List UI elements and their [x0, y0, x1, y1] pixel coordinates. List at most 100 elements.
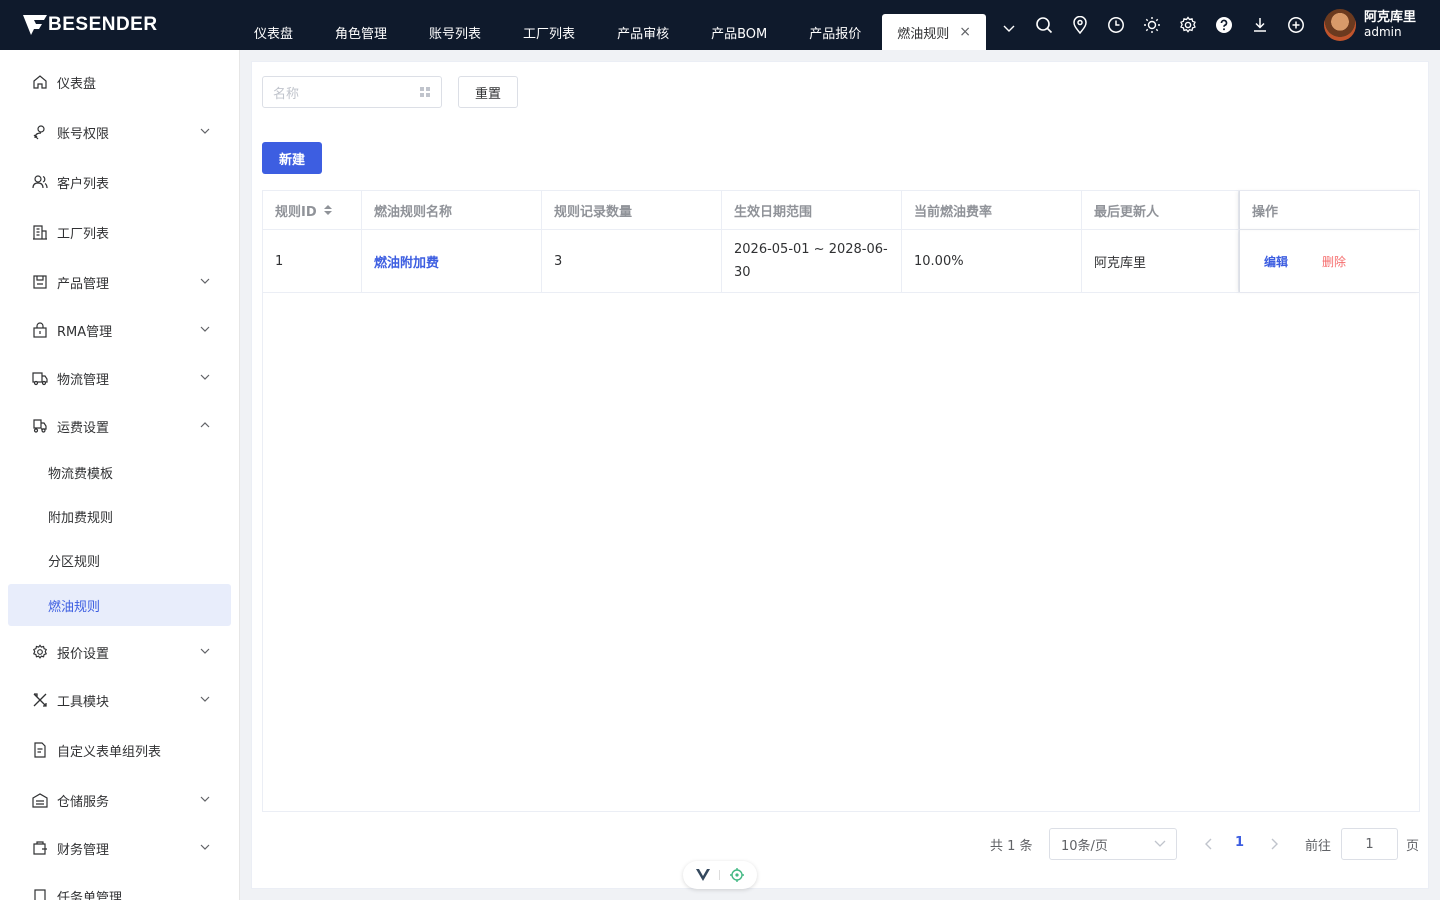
truck-icon: [32, 370, 48, 386]
top-nav-tabs: 仪表盘 角色管理 账号列表 工厂列表 产品审核 产品BOM 产品报价 燃油规则 …: [233, 0, 986, 50]
sidebar-subitem-surcharge-rules[interactable]: 附加费规则: [8, 495, 231, 537]
sidebar-item-finance-management[interactable]: 财务管理: [0, 826, 239, 870]
sidebar-item-label: 产品管理: [57, 276, 110, 292]
tab-product-quote[interactable]: 产品报价: [788, 14, 882, 50]
plus-circle-icon[interactable]: [1286, 15, 1306, 35]
sidebar-item-label: 自定义表单组列表: [57, 744, 162, 760]
column-header-date-range: 生效日期范围: [722, 191, 902, 229]
edit-button[interactable]: 编辑: [1264, 253, 1288, 270]
sidebar-item-label: 工厂列表: [57, 226, 110, 242]
column-header-actions: 操作: [1239, 191, 1419, 229]
sidebar-subitem-label: 物流费模板: [48, 466, 114, 482]
page-size-value: 10条/页: [1061, 838, 1108, 854]
new-button[interactable]: 新建: [262, 142, 322, 174]
sidebar-item-dashboard[interactable]: 仪表盘: [0, 60, 239, 104]
sidebar-item-label: 财务管理: [57, 842, 110, 858]
user-role: admin: [1364, 25, 1402, 39]
top-header: BESENDER 仪表盘 角色管理 账号列表 工厂列表 产品审核 产品BOM 产…: [0, 0, 1440, 50]
fuel-rules-table: 规则ID 燃油规则名称 规则记录数量 生效日期范围 当前燃油费率 最后更新人 操…: [262, 190, 1420, 812]
freight-icon: [32, 418, 48, 434]
tab-account-list[interactable]: 账号列表: [408, 14, 502, 50]
column-header-fuel-rate: 当前燃油费率: [902, 191, 1082, 229]
search-input[interactable]: 名称: [262, 76, 442, 108]
sidebar-item-tools-module[interactable]: 工具模块: [0, 678, 239, 722]
chevron-left-icon[interactable]: [1202, 837, 1216, 851]
tools-icon: [32, 692, 48, 708]
table-row: 1 燃油附加费 3 2026-05-01 ~ 2028-06-30 10.00%…: [263, 230, 1419, 293]
tab-product-bom[interactable]: 产品BOM: [690, 14, 788, 50]
sidebar-item-warehouse-service[interactable]: 仓储服务: [0, 778, 239, 822]
warehouse-icon: [32, 792, 48, 808]
sidebar-item-label: 账号权限: [57, 126, 110, 142]
sun-icon[interactable]: [1142, 15, 1162, 35]
building-icon: [32, 224, 48, 240]
column-header-label: 最后更新人: [1094, 204, 1160, 220]
vue-logo-icon[interactable]: [695, 869, 710, 881]
pagination: 共 1 条 10条/页 1 前往 页: [252, 828, 1430, 860]
cell-fuel-rate: 10.00%: [902, 230, 1082, 292]
tab-product-review[interactable]: 产品审核: [596, 14, 690, 50]
chevron-up-icon: [200, 422, 210, 428]
sidebar-subitem-fuel-rules[interactable]: 燃油规则: [8, 584, 231, 626]
wallet-icon: [32, 840, 48, 856]
goto-page-input[interactable]: [1341, 828, 1398, 860]
chevron-down-icon: [200, 374, 210, 380]
grid-icon: [420, 87, 430, 97]
chevron-right-icon[interactable]: [1267, 837, 1281, 851]
sidebar-item-rma-management[interactable]: RMA管理: [0, 308, 239, 352]
download-icon[interactable]: [1250, 15, 1270, 35]
logo[interactable]: BESENDER: [22, 12, 158, 38]
tab-label: 产品BOM: [711, 26, 768, 42]
page-number-current[interactable]: 1: [1235, 835, 1244, 850]
sidebar-item-factory-list[interactable]: 工厂列表: [0, 210, 239, 254]
reset-button[interactable]: 重置: [458, 76, 518, 108]
task-icon: [32, 888, 48, 900]
target-icon[interactable]: [730, 868, 745, 882]
tab-factory-list[interactable]: 工厂列表: [502, 14, 596, 50]
chevron-down-icon: [200, 648, 210, 654]
chevron-down-icon: [200, 696, 210, 702]
users-icon: [32, 174, 48, 190]
chevron-down-icon[interactable]: [1000, 20, 1018, 38]
chevron-down-icon: [1154, 840, 1166, 847]
search-icon[interactable]: [1034, 15, 1054, 35]
close-icon[interactable]: ×: [959, 24, 971, 40]
avatar: [1324, 9, 1356, 41]
column-header-rule-id[interactable]: 规则ID: [263, 191, 362, 229]
column-header-label: 规则记录数量: [554, 204, 633, 220]
rule-name-link[interactable]: 燃油附加费: [374, 252, 439, 271]
tab-label: 账号列表: [429, 26, 482, 42]
tab-fuel-rules[interactable]: 燃油规则 ×: [882, 14, 986, 50]
sidebar-item-freight-settings[interactable]: 运费设置: [0, 404, 239, 448]
sort-icon[interactable]: [323, 203, 333, 217]
tab-dashboard[interactable]: 仪表盘: [233, 14, 314, 50]
user-key-icon: [32, 124, 48, 140]
column-header-last-updater: 最后更新人: [1082, 191, 1239, 229]
chevron-down-icon: [200, 796, 210, 802]
page-size-select[interactable]: 10条/页: [1049, 828, 1177, 860]
sidebar-item-label: 物流管理: [57, 372, 110, 388]
sidebar-item-customer-list[interactable]: 客户列表: [0, 160, 239, 204]
sidebar-item-account-permissions[interactable]: 账号权限: [0, 110, 239, 154]
floating-toolbar: [683, 861, 757, 889]
gear-icon[interactable]: [1178, 15, 1198, 35]
sidebar-item-custom-form-groups[interactable]: 自定义表单组列表: [0, 728, 239, 772]
tab-label: 产品审核: [617, 26, 670, 42]
delete-button[interactable]: 删除: [1322, 253, 1346, 270]
sidebar-subitem-logistics-fee-template[interactable]: 物流费模板: [8, 451, 231, 493]
sidebar-item-task-management[interactable]: 任务单管理: [0, 874, 239, 900]
clock-icon[interactable]: [1106, 15, 1126, 35]
sidebar-subitem-zone-rules[interactable]: 分区规则: [8, 539, 231, 581]
cell-rule-name: 燃油附加费: [362, 230, 542, 292]
tab-role-management[interactable]: 角色管理: [314, 14, 408, 50]
location-icon[interactable]: [1070, 15, 1090, 35]
column-header-label: 规则ID: [275, 204, 317, 220]
user-menu[interactable]: 阿克库里 admin: [1324, 9, 1416, 41]
sidebar-item-logistics-management[interactable]: 物流管理: [0, 356, 239, 400]
sidebar-item-product-management[interactable]: 产品管理: [0, 260, 239, 304]
page-suffix: 页: [1406, 839, 1420, 854]
cell-date-range: 2026-05-01 ~ 2028-06-30: [722, 230, 902, 292]
search-placeholder: 名称: [273, 86, 300, 102]
sidebar-item-quote-settings[interactable]: 报价设置: [0, 630, 239, 674]
help-icon[interactable]: [1214, 15, 1234, 35]
